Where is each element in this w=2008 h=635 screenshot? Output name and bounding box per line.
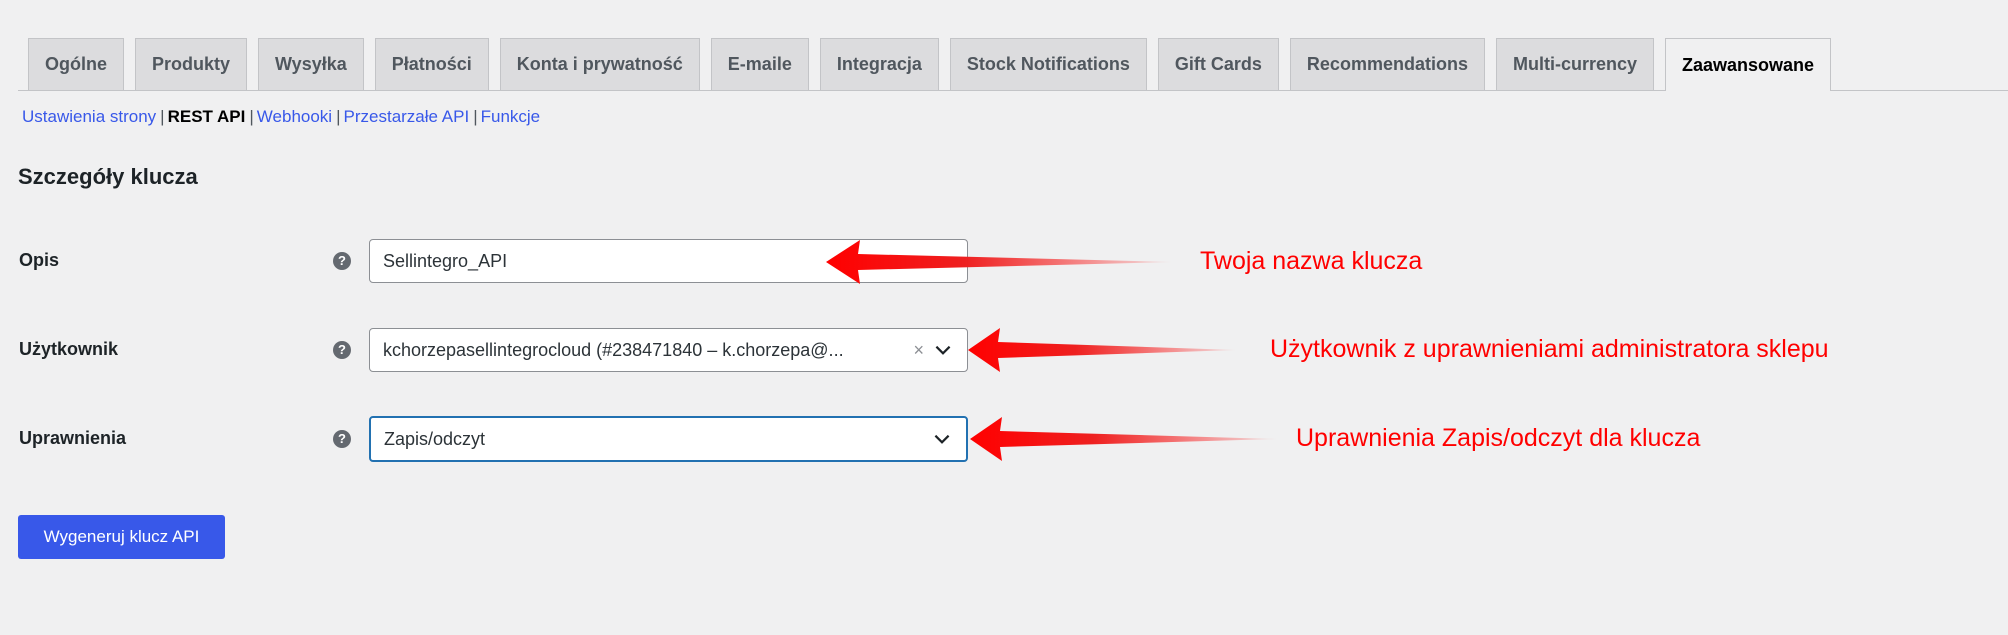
arrow-icon [968, 328, 1236, 372]
annotation-key-name: Twoja nazwa klucza [1200, 247, 1423, 275]
annotation-user: Użytkownik z uprawnieniami administrator… [1270, 335, 1829, 363]
arrow-icon [826, 240, 1172, 284]
tab-zaawansowane[interactable]: Zaawansowane [1665, 38, 1832, 91]
annotation-permissions: Uprawnienia Zapis/odczyt dla klucza [1296, 424, 1701, 452]
annotation-arrows [826, 240, 1277, 461]
arrow-icon [970, 417, 1277, 461]
